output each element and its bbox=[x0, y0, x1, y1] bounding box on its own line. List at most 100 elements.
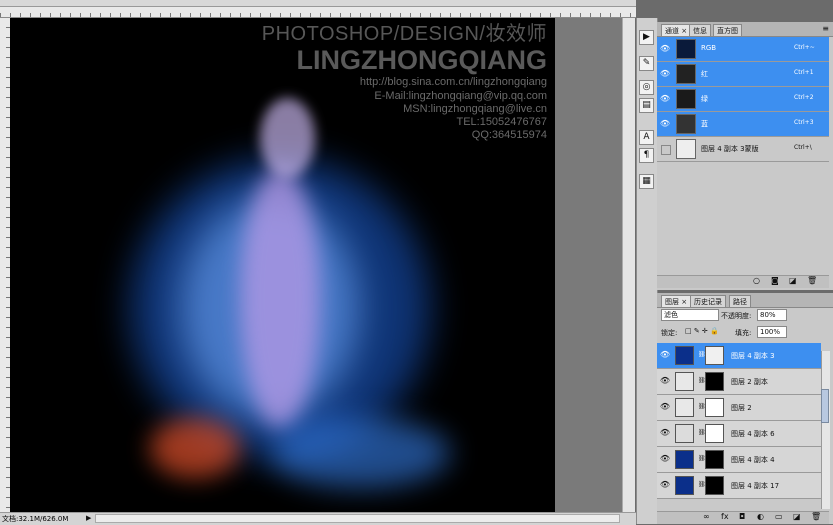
channel-row-rgb[interactable]: 👁 RGB Ctrl+~ bbox=[657, 37, 829, 62]
pasteboard bbox=[555, 18, 622, 512]
layer-name: 图层 2 bbox=[731, 404, 752, 412]
tab-info[interactable]: 信息 bbox=[689, 24, 711, 36]
fill-input[interactable]: 100% bbox=[757, 326, 787, 338]
channel-shortcut: Ctrl+1 bbox=[794, 69, 814, 76]
layer-row[interactable]: 👁 ⛓ 图层 2 副本 bbox=[657, 369, 821, 395]
lock-label: 锁定: bbox=[661, 329, 678, 337]
visibility-eye-icon[interactable]: 👁 bbox=[659, 375, 671, 387]
panel-menu-icon[interactable]: ≡ bbox=[822, 24, 829, 33]
layers-panel-tabs: 图层 × 历史记录 路径 bbox=[657, 293, 833, 308]
new-channel-icon[interactable]: ◪ bbox=[789, 276, 797, 285]
document-canvas[interactable]: PHOTOSHOP/DESIGN/妆效师 LINGZHONGQIANG http… bbox=[10, 18, 555, 512]
vertical-scrollbar[interactable] bbox=[622, 18, 635, 512]
channel-name: 绿 bbox=[701, 95, 708, 103]
layer-row[interactable]: 👁 ⛓ 图层 4 副本 3 bbox=[657, 343, 821, 369]
channel-thumbnail bbox=[676, 89, 696, 109]
visibility-box[interactable] bbox=[661, 145, 671, 155]
actions-play-icon[interactable]: ▶ bbox=[639, 30, 654, 45]
visibility-eye-icon[interactable]: 👁 bbox=[659, 118, 671, 130]
layer-mask-thumbnail bbox=[705, 450, 724, 469]
panel-icon-strip: ▶ ✎ ◎ ▤ A ¶ ▦ bbox=[636, 18, 658, 524]
options-bar bbox=[0, 0, 636, 7]
visibility-eye-icon[interactable]: 👁 bbox=[659, 401, 671, 413]
load-selection-icon[interactable]: ○ bbox=[753, 276, 760, 285]
channel-thumbnail bbox=[676, 114, 696, 134]
layer-mask-thumbnail bbox=[705, 372, 724, 391]
channel-row-blue[interactable]: 👁 蓝 Ctrl+3 bbox=[657, 112, 829, 137]
layers-scrollbar-thumb[interactable] bbox=[821, 389, 829, 423]
tool-presets-icon[interactable]: ▤ bbox=[639, 98, 654, 113]
channel-row-layer-mask[interactable]: 图层 4 副本 3蒙版 Ctrl+\ bbox=[657, 137, 829, 162]
layer-name: 图层 4 副本 4 bbox=[731, 456, 775, 464]
add-mask-icon[interactable]: ◘ bbox=[739, 512, 745, 521]
status-menu-arrow-icon[interactable]: ▶ bbox=[86, 514, 91, 522]
clone-source-icon[interactable]: ◎ bbox=[639, 80, 654, 95]
layer-name: 图层 4 副本 6 bbox=[731, 430, 775, 438]
new-layer-icon[interactable]: ◪ bbox=[793, 512, 801, 521]
layer-name: 图层 2 副本 bbox=[731, 378, 768, 386]
channel-thumbnail bbox=[676, 39, 696, 59]
layer-thumbnail bbox=[675, 476, 694, 495]
layer-name: 图层 4 副本 17 bbox=[731, 482, 780, 490]
lock-icons[interactable]: □ ✎ ✛ 🔒 bbox=[685, 327, 719, 335]
layer-row[interactable]: 👁 ⛓ 图层 4 副本 4 bbox=[657, 447, 821, 473]
layer-mask-thumbnail bbox=[705, 346, 724, 365]
adjustment-layer-icon[interactable]: ◐ bbox=[757, 512, 764, 521]
layer-row[interactable]: 👁 ⛓ 图层 2 bbox=[657, 395, 821, 421]
visibility-eye-icon[interactable]: 👁 bbox=[659, 93, 671, 105]
visibility-eye-icon[interactable]: 👁 bbox=[659, 453, 671, 465]
tab-histogram[interactable]: 直方图 bbox=[713, 24, 742, 36]
blend-mode-select[interactable]: 滤色 bbox=[661, 309, 719, 321]
layer-comps-icon[interactable]: ▦ bbox=[639, 174, 654, 189]
brush-settings-icon[interactable]: ✎ bbox=[639, 56, 654, 71]
opacity-input[interactable]: 80% bbox=[757, 309, 787, 321]
watermark-msn: MSN:lingzhongqiang@live.cn bbox=[403, 102, 547, 115]
visibility-eye-icon[interactable]: 👁 bbox=[659, 479, 671, 491]
paragraph-icon[interactable]: ¶ bbox=[639, 148, 654, 163]
visibility-eye-icon[interactable]: 👁 bbox=[659, 349, 671, 361]
channel-name: RGB bbox=[701, 44, 717, 52]
layer-name: 图层 4 副本 3 bbox=[731, 352, 775, 360]
watermark-qq: QQ:364515974 bbox=[471, 129, 547, 142]
tab-history[interactable]: 历史记录 bbox=[690, 295, 726, 307]
red-flame-glow bbox=[150, 418, 240, 478]
layer-style-icon[interactable]: fx bbox=[721, 512, 729, 521]
channel-row-green[interactable]: 👁 绿 Ctrl+2 bbox=[657, 87, 829, 112]
layer-thumbnail bbox=[675, 372, 694, 391]
channel-thumbnail bbox=[676, 139, 696, 159]
channel-shortcut: Ctrl+2 bbox=[794, 94, 814, 101]
watermark-line: PHOTOSHOP/DESIGN/妆效师 bbox=[261, 23, 547, 45]
tab-paths[interactable]: 路径 bbox=[729, 295, 751, 307]
document-size-readout[interactable]: 文档:32.1M/626.0M bbox=[2, 514, 68, 524]
status-bar: 文档:32.1M/626.0M ▶ bbox=[0, 512, 636, 525]
visibility-eye-icon[interactable]: 👁 bbox=[659, 43, 671, 55]
channel-shortcut: Ctrl+3 bbox=[794, 119, 814, 126]
layer-row[interactable]: 👁 ⛓ 图层 4 副本 6 bbox=[657, 421, 821, 447]
tab-channels[interactable]: 通道 × bbox=[661, 24, 692, 36]
watermark-tel: TEL:15052476767 bbox=[456, 115, 547, 128]
trash-icon[interactable]: 🗑 bbox=[807, 276, 817, 285]
channels-panel: 通道 × 信息 直方图 ≡ 👁 RGB Ctrl+~ 👁 红 Ctrl+1 👁 … bbox=[657, 22, 833, 290]
tab-layers[interactable]: 图层 × bbox=[661, 295, 692, 307]
horizontal-scrollbar[interactable] bbox=[95, 514, 620, 523]
channel-shortcut: Ctrl+~ bbox=[794, 44, 815, 51]
watermark: PHOTOSHOP/DESIGN/妆效师 LINGZHONGQIANG http… bbox=[262, 22, 547, 142]
character-icon[interactable]: A bbox=[639, 130, 654, 145]
watermark-name: LINGZHONGQIANG bbox=[296, 45, 548, 75]
layers-scrollbar[interactable] bbox=[821, 351, 830, 509]
new-group-icon[interactable]: ▭ bbox=[775, 512, 783, 521]
channels-panel-tabs: 通道 × 信息 直方图 ≡ bbox=[657, 22, 833, 37]
link-layers-icon[interactable]: ∞ bbox=[703, 512, 710, 521]
visibility-eye-icon[interactable]: 👁 bbox=[659, 68, 671, 80]
layer-mask-thumbnail bbox=[705, 398, 724, 417]
visibility-eye-icon[interactable]: 👁 bbox=[659, 427, 671, 439]
trash-icon[interactable]: 🗑 bbox=[811, 512, 821, 521]
channel-row-red[interactable]: 👁 红 Ctrl+1 bbox=[657, 62, 829, 87]
watermark-email: E-Mail:lingzhongqiang@vip.qq.com bbox=[374, 89, 547, 102]
layer-row[interactable]: 👁 ⛓ 图层 4 副本 17 bbox=[657, 473, 821, 499]
layer-thumbnail bbox=[675, 450, 694, 469]
save-selection-icon[interactable]: ◙ bbox=[771, 276, 779, 285]
layer-thumbnail bbox=[675, 346, 694, 365]
blue-flame-floor bbox=[270, 418, 450, 488]
layers-panel-footer: ∞ fx ◘ ◐ ▭ ◪ 🗑 bbox=[657, 511, 829, 524]
